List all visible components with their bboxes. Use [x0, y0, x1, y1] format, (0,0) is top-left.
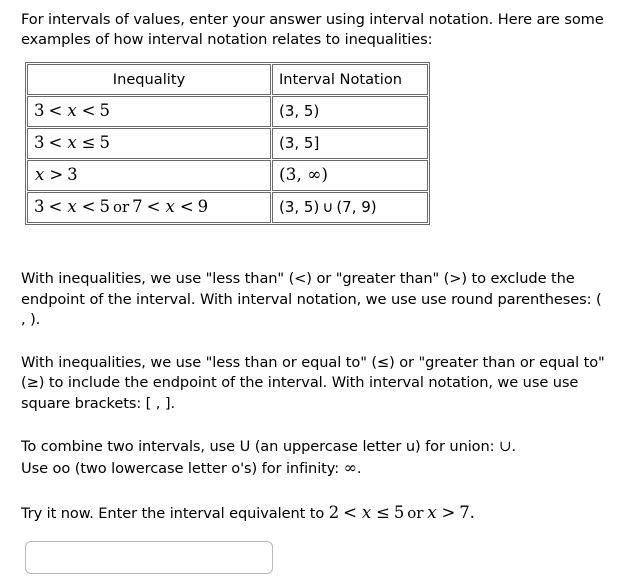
prompt-value-c: 7 — [459, 503, 470, 522]
cell-inequality-1: 3 < x <5 — [27, 96, 271, 127]
paragraph-include-endpoint: With inequalities, we use "less than or … — [21, 353, 605, 412]
value-b-3: 3 — [67, 165, 78, 184]
column-header-inequality: Inequality — [27, 64, 271, 95]
value-b-2: 5 — [99, 133, 110, 152]
intro-text: For intervals of values, enter your answ… — [21, 11, 604, 48]
column-header-interval-notation: Interval Notation — [272, 64, 428, 95]
answer-row — [21, 540, 610, 574]
operator-4b: < — [81, 197, 96, 216]
variable-2: x — [67, 133, 77, 152]
cell-inequality-4: 3 < x <5 or 7 < x <9 — [27, 192, 271, 223]
table-header-row: Inequality Interval Notation — [27, 64, 428, 95]
examples-table-wrapper: Inequality Interval Notation 3 < x <5 (3, 5… — [25, 62, 610, 225]
cell-interval-1: (3, 5) — [272, 96, 428, 127]
value-d-4: 9 — [197, 197, 209, 216]
table-row: 3 < x <5 (3, 5) — [27, 96, 428, 127]
operator-4c: < — [146, 197, 161, 216]
infinity-instruction-text: Use oo (two lowercase letter o's) for in… — [21, 459, 340, 477]
prompt-operator-2: ≤ — [376, 503, 390, 522]
union-instruction-text: To combine two intervals, use U (an uppe… — [21, 438, 495, 455]
table-row: 3 < x <5 or 7 < x <9 (3, 5) ∪ (7, 9) — [27, 192, 428, 223]
value-a-1: 3 — [34, 101, 45, 120]
table-row: x >3 (3, ∞) — [27, 160, 428, 191]
cell-interval-3: (3, ∞) — [272, 160, 428, 191]
infinity-symbol-glyph-icon: ∞ — [343, 457, 357, 477]
operator-2b: ≤ — [81, 133, 96, 152]
prompt-value-b: 5 — [393, 503, 405, 522]
operator-3a: > — [49, 165, 64, 184]
answer-input[interactable] — [25, 540, 273, 574]
prompt-variable-2: x — [427, 503, 437, 522]
value-a-2: 3 — [34, 133, 45, 152]
variable-4b: x — [165, 197, 175, 216]
cell-interval-2: (3, 5] — [272, 128, 428, 159]
operator-1a: < — [48, 101, 63, 120]
union-symbol-glyph-icon: ∪ — [499, 437, 512, 455]
value-c-4: 7 — [132, 197, 143, 216]
paragraph-union-and-infinity: To combine two intervals, use U (an uppe… — [21, 436, 610, 479]
prompt-conjunction: or — [407, 504, 424, 522]
interval-right-4: (7, 9) — [336, 198, 377, 216]
prompt-period: . — [469, 503, 475, 522]
infinity-line-period: . — [356, 459, 362, 477]
interval-left-4: (3, 5) — [279, 198, 320, 216]
cell-inequality-2: 3 < x ≤5 — [27, 128, 271, 159]
prompt-operator-3: > — [441, 503, 456, 522]
cell-inequality-3: x >3 — [27, 160, 271, 191]
conjunction-4: or — [112, 198, 130, 216]
value-a-4: 3 — [34, 197, 45, 216]
variable-3: x — [35, 165, 45, 184]
variable-1: x — [67, 101, 77, 120]
prompt-operator-1: < — [343, 503, 357, 522]
operator-4a: < — [48, 197, 63, 216]
value-b-1: 5 — [99, 101, 110, 120]
union-symbol-icon: ∪ — [322, 198, 334, 216]
union-line-period: . — [511, 438, 517, 455]
paragraph-exclude-endpoint: With inequalities, we use "less than" (<… — [21, 270, 602, 328]
prompt-lead-text: Try it now. Enter the interval equivalen… — [21, 505, 325, 522]
interval-examples-table: Inequality Interval Notation 3 < x <5 (3, 5… — [25, 62, 430, 225]
prompt-variable-1: x — [361, 503, 372, 522]
paragraph-try-it-now: Try it now. Enter the interval equivalen… — [21, 503, 610, 525]
variable-4a: x — [67, 197, 77, 216]
prompt-math-expression: 2 < x ≤5 or x >7. — [329, 503, 475, 522]
operator-4d: < — [179, 197, 194, 216]
table-row: 3 < x ≤5 (3, 5] — [27, 128, 428, 159]
value-b-4: 5 — [99, 197, 110, 216]
operator-2a: < — [48, 133, 63, 152]
operator-1b: < — [81, 101, 96, 120]
cell-interval-4: (3, 5) ∪ (7, 9) — [272, 192, 428, 223]
exercise-page: For intervals of values, enter your answ… — [0, 0, 618, 587]
prompt-value-a: 2 — [328, 503, 340, 522]
